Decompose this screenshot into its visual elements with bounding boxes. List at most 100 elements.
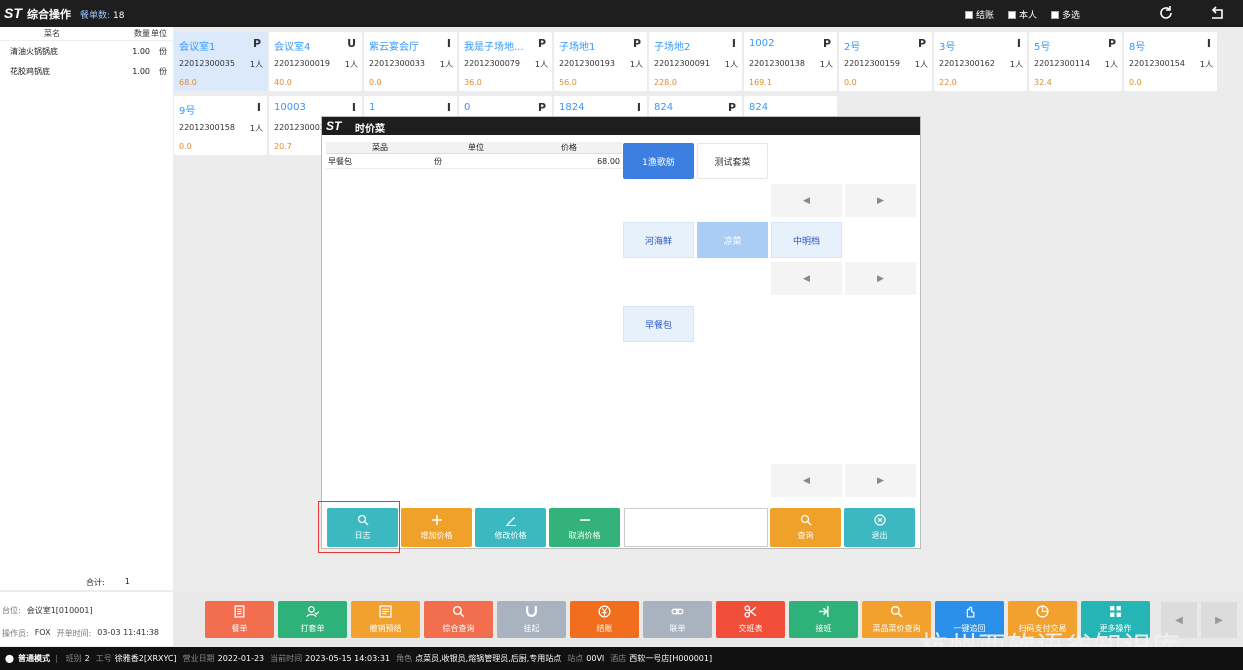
table-name: 会议室1	[179, 42, 216, 53]
table-people: 1人	[1009, 60, 1023, 69]
table-status: P	[537, 37, 546, 50]
list-item[interactable]: 花胶鸡锅底 1.00 份	[0, 61, 173, 81]
checkbox-box[interactable]	[1051, 10, 1059, 19]
item-unit: 份	[159, 46, 167, 56]
table-card[interactable]: 会议室4 U 22012300019 1人 40.0	[269, 32, 362, 91]
grid-icon	[1109, 605, 1122, 620]
query-label: 查询	[797, 531, 814, 540]
price-table-header: 菜品 单位 价格	[326, 142, 622, 154]
toolbar-button-label: 打套单	[300, 624, 325, 633]
left-arrow-icon: ◀	[1175, 614, 1183, 626]
toolbar-button-label: 挂起	[523, 624, 540, 633]
table-card[interactable]: 9号 I 22012300158 1人 0.0	[174, 96, 267, 155]
status-field-label: 当前时间	[270, 654, 303, 663]
table-card[interactable]: 8号 I 22012300154 1人 0.0	[1124, 32, 1217, 91]
table-row[interactable]: 早餐包 份 68.00	[326, 154, 622, 169]
table-order-no: 22012300079	[464, 59, 520, 68]
header-dish: 菜名	[44, 29, 60, 38]
price-table: 菜品 单位 价格 早餐包 份 68.00	[326, 142, 622, 169]
checkbox-box[interactable]	[1008, 10, 1016, 19]
log-button[interactable]: 日志	[327, 508, 398, 547]
table-name: 0	[464, 102, 471, 113]
table-amount: 20.7	[274, 142, 292, 151]
status-field-label: 工号	[95, 654, 112, 663]
toolbar-button[interactable]: 打套单	[278, 601, 347, 638]
toolbar-button[interactable]: 综合查询	[424, 601, 493, 638]
query-button[interactable]: 查询	[770, 508, 841, 547]
table-name: 5号	[1034, 42, 1051, 53]
left-arrow-icon: ◀	[803, 475, 810, 486]
dish-next-button[interactable]: ▶	[845, 262, 916, 295]
table-order-no: 22012300114	[1034, 59, 1090, 68]
toolbar-button[interactable]: 接班	[789, 601, 858, 638]
toolbar-button[interactable]: 结账	[570, 601, 639, 638]
handover-icon	[817, 605, 830, 620]
person-icon	[306, 605, 320, 620]
toolbar-button[interactable]: 交班表	[716, 601, 785, 638]
table-value: 会议室1[010001]	[26, 606, 93, 615]
toolbar-button[interactable]: 撤销预结	[351, 601, 420, 638]
magnet-icon	[525, 605, 538, 620]
table-order-no: 22012300138	[749, 59, 805, 68]
category-prev-button[interactable]: ◀	[771, 184, 842, 217]
table-amount: 32.4	[1034, 78, 1052, 87]
table-name: 1	[369, 102, 376, 113]
category-next-button[interactable]: ▶	[845, 184, 916, 217]
checkbox-multi[interactable]: 多选	[1051, 8, 1080, 21]
list-item[interactable]: 清油火锅锅底 1.00 份	[0, 41, 173, 61]
edit-price-button[interactable]: 修改价格	[475, 508, 546, 547]
refresh-icon[interactable]	[1157, 4, 1175, 22]
price-search-input[interactable]	[624, 508, 768, 547]
table-card[interactable]: 子场地1 P 22012300193 1人 56.0	[554, 32, 647, 91]
add-price-button[interactable]: 增加价格	[401, 508, 472, 547]
note-icon	[379, 605, 392, 620]
table-card[interactable]: 1002 P 22012300138 1人 169.1	[744, 32, 837, 91]
table-card[interactable]: 紫云宴会厅 I 22012300033 1人 0.0	[364, 32, 457, 91]
row-price: 68.00	[597, 156, 620, 166]
dish-prev-button[interactable]: ◀	[771, 262, 842, 295]
table-name: 紫云宴会厅	[369, 42, 419, 53]
search-icon	[800, 514, 811, 526]
table-card[interactable]: 子场地2 I 22012300091 1人 228.0	[649, 32, 742, 91]
table-order-no: 22012300091	[654, 59, 710, 68]
dish-breakfast-bun[interactable]: 早餐包	[623, 306, 694, 342]
category-yugefang[interactable]: 1渔歌舫	[623, 143, 694, 179]
table-card[interactable]: 会议室1 P 22012300035 1人 68.0	[174, 32, 267, 91]
table-status: I	[351, 101, 356, 114]
checkbox-self[interactable]: 本人	[1008, 8, 1037, 21]
table-card[interactable]: 3号 I 22012300162 1人 22.0	[934, 32, 1027, 91]
status-bar: ⬤ 普通模式 | 班别 2 工号 徐雅香2[XRXYC] 营业日期 2022-01-23 当…	[0, 647, 1243, 670]
table-card[interactable]: 5号 P 22012300114 1人 32.4	[1029, 32, 1122, 91]
checkbox-box[interactable]	[965, 10, 973, 19]
items-total: 合计: 1	[86, 577, 130, 588]
back-icon[interactable]	[1208, 4, 1226, 22]
toolbar-button[interactable]: 联单	[643, 601, 712, 638]
page-prev-button[interactable]: ◀	[771, 464, 842, 497]
dish-cold[interactable]: 凉菜	[697, 222, 768, 258]
toolbar-button[interactable]: 挂起	[497, 601, 566, 638]
right-arrow-icon: ▶	[877, 273, 884, 284]
table-people: 1人	[724, 60, 738, 69]
table-amount: 0.0	[369, 78, 382, 87]
table-order-no: 22012300159	[844, 59, 900, 68]
edit-icon	[505, 517, 516, 526]
exit-button[interactable]: 退出	[844, 508, 915, 547]
row-unit: 份	[434, 156, 442, 166]
order-count: 餐单数: 18	[80, 8, 125, 21]
status-field-value: 徐雅香2[XRXYC]	[114, 654, 177, 663]
toolbar-button[interactable]: 餐单	[205, 601, 274, 638]
category-test-set[interactable]: 测试套菜	[697, 143, 768, 179]
page-next-button[interactable]: ▶	[845, 464, 916, 497]
cancel-price-button[interactable]: 取消价格	[549, 508, 620, 547]
dish-seafood[interactable]: 河海鲜	[623, 222, 694, 258]
mode-label: 普通模式	[17, 654, 50, 663]
table-amount: 56.0	[559, 78, 577, 87]
open-time-label: 开单时间:	[56, 629, 92, 638]
checkbox-checkout[interactable]: 结账	[965, 8, 994, 21]
table-card[interactable]: 我是子场地... P 22012300079 1人 36.0	[459, 32, 552, 91]
table-status: P	[727, 101, 736, 114]
table-card[interactable]: 2号 P 22012300159 1人 0.0	[839, 32, 932, 91]
dish-zhongmingdang[interactable]: 中明档	[771, 222, 842, 258]
right-arrow-icon: ▶	[1215, 614, 1223, 626]
toolbar-next-button[interactable]: ▶	[1201, 602, 1237, 638]
